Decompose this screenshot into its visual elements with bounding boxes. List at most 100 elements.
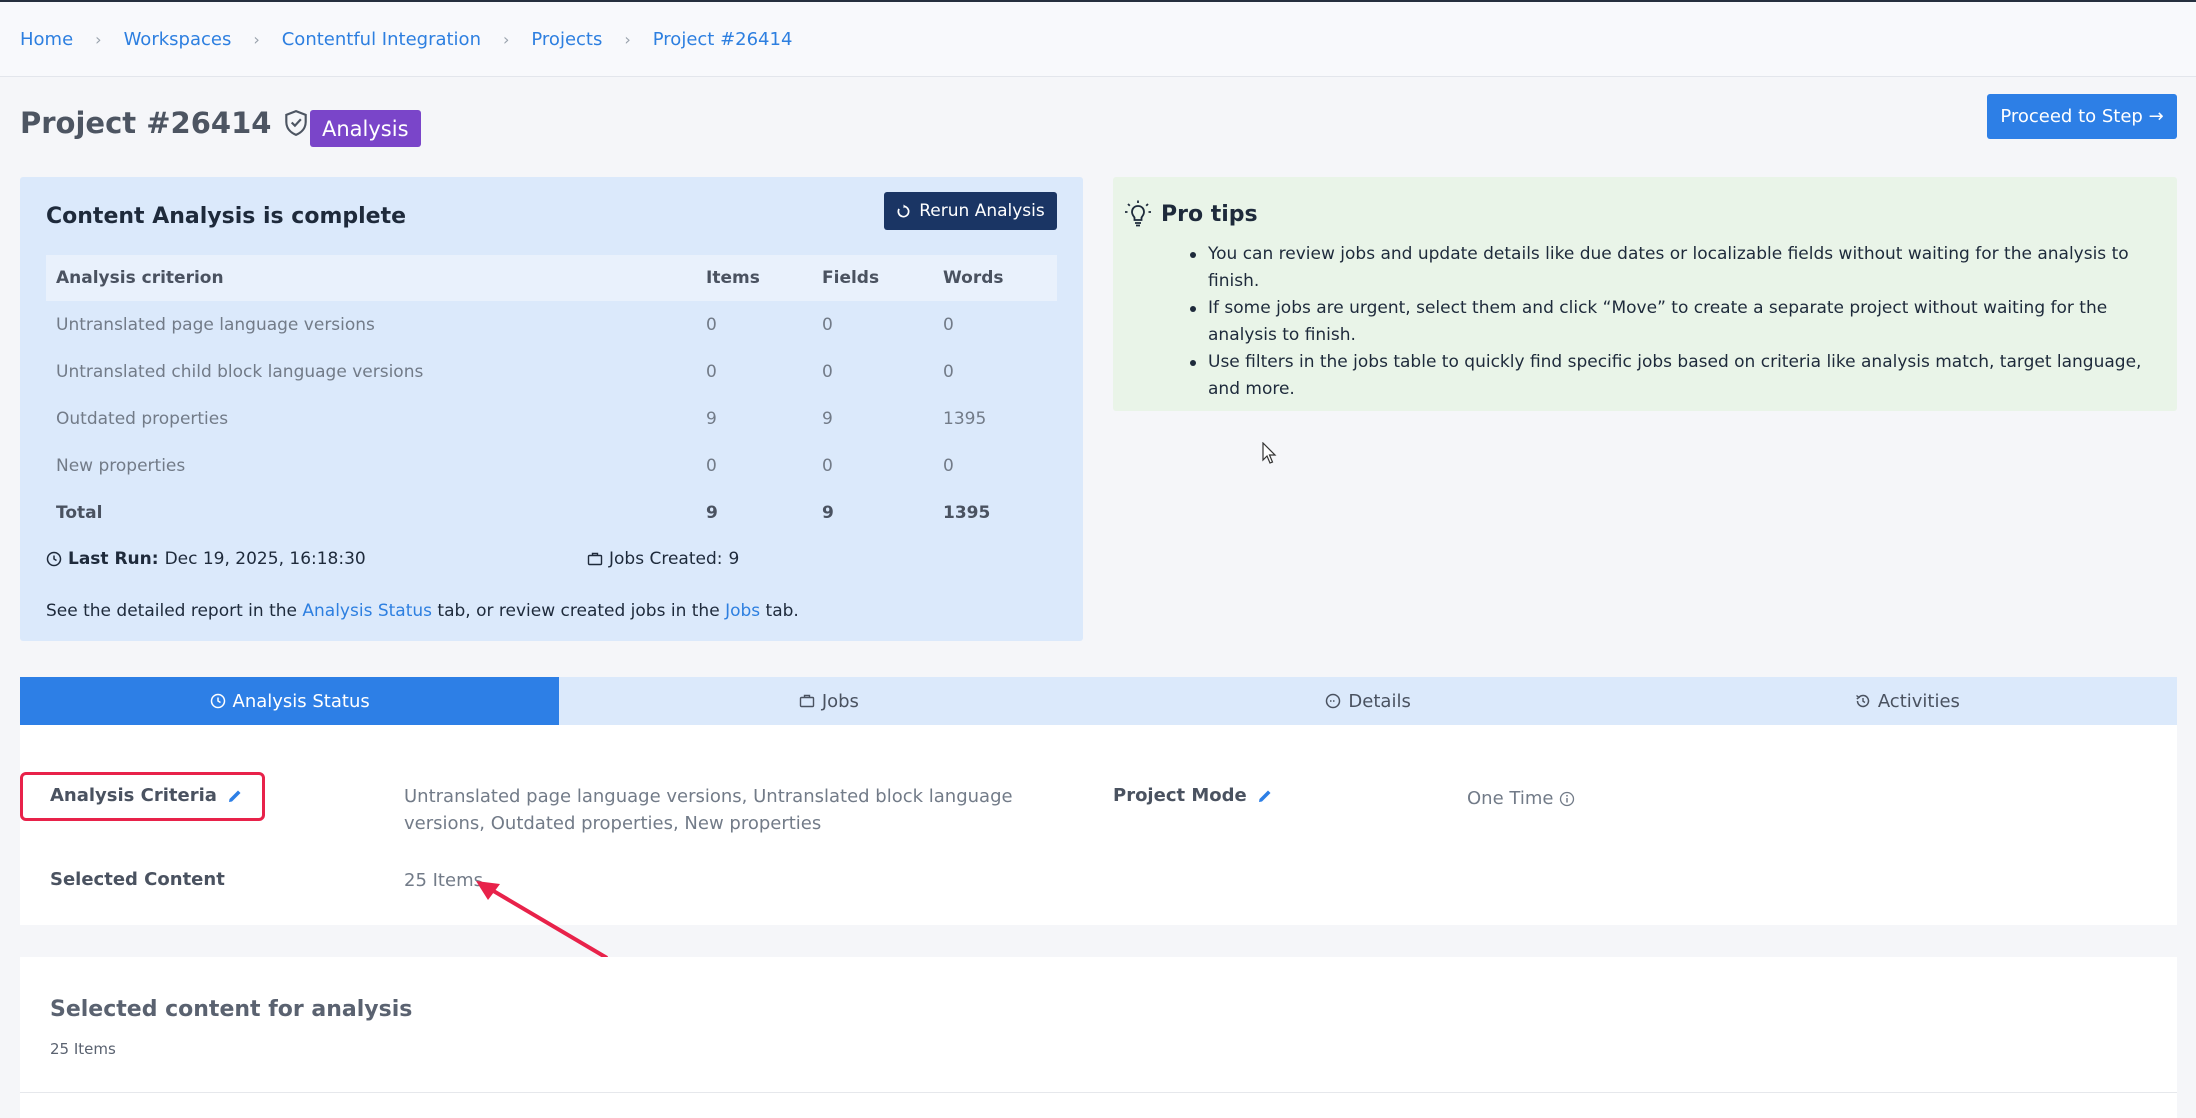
- pro-tips-list: You can review jobs and update details l…: [1190, 241, 2158, 403]
- words-cell: 0: [943, 361, 954, 382]
- jobs-created-label: Jobs Created:: [609, 549, 723, 569]
- lightbulb-icon: [1125, 200, 1151, 227]
- words-cell: 0: [943, 455, 954, 476]
- report-prefix: See the detailed report in the: [46, 601, 297, 621]
- criterion-cell: Untranslated child block language versio…: [56, 361, 424, 382]
- table-total-row: Total 9 9 1395: [46, 489, 1057, 536]
- pro-tips-title-text: Pro tips: [1161, 201, 1258, 227]
- pro-tips-panel: Pro tips You can review jobs and update …: [1113, 177, 2177, 411]
- selected-content-count: 25 Items: [50, 1040, 116, 1058]
- report-middle: tab, or review created jobs in the: [437, 601, 720, 621]
- page-title-text: Project #26414: [20, 106, 272, 140]
- fields-cell: 0: [822, 455, 833, 476]
- total-items-cell: 9: [706, 502, 718, 523]
- analysis-criteria-value: Untranslated page language versions, Unt…: [404, 786, 1013, 834]
- tab-label: Activities: [1877, 690, 1960, 712]
- breadcrumb-projects[interactable]: Projects: [531, 29, 602, 50]
- last-run-info: Last Run: Dec 19, 2025, 16:18:30: [46, 549, 366, 569]
- tab-details[interactable]: Details: [1099, 677, 1638, 725]
- proceed-to-step-button[interactable]: Proceed to Step →: [1987, 94, 2177, 139]
- jobs-created-value: 9: [728, 549, 740, 569]
- rerun-analysis-label: Rerun Analysis: [919, 201, 1045, 221]
- jobs-created-info: Jobs Created: 9: [587, 549, 739, 569]
- breadcrumb-current-project[interactable]: Project #26414: [653, 29, 793, 50]
- words-cell: 1395: [943, 408, 987, 429]
- criterion-cell: Untranslated page language versions: [56, 314, 375, 335]
- project-mode-label-text: Project Mode: [1113, 785, 1247, 806]
- selected-content-label: Selected Content: [50, 869, 225, 890]
- jobs-link[interactable]: Jobs: [725, 601, 760, 621]
- tab-jobs[interactable]: Jobs: [559, 677, 1098, 725]
- info-icon[interactable]: [1559, 791, 1575, 807]
- total-words-cell: 1395: [943, 502, 991, 523]
- highlight-annotation: [20, 772, 265, 821]
- clock-icon: [46, 551, 62, 567]
- tab-analysis-status[interactable]: Analysis Status: [20, 677, 560, 725]
- breadcrumb-contentful-integration[interactable]: Contentful Integration: [282, 29, 481, 50]
- selected-content-title: Selected content for analysis: [50, 997, 413, 1022]
- selected-content-label-text: Selected Content: [50, 869, 225, 890]
- column-header-fields: Fields: [812, 255, 933, 301]
- chevron-right-icon: ›: [95, 29, 102, 49]
- analysis-summary-panel: Content Analysis is complete Rerun Analy…: [20, 177, 1083, 641]
- chevron-right-icon: ›: [502, 29, 510, 49]
- items-cell: 0: [706, 455, 717, 476]
- selected-content-value: 25 Items: [404, 870, 483, 891]
- last-run-label: Last Run:: [68, 549, 159, 569]
- shield-check-icon: [285, 109, 308, 137]
- table-row: Outdated properties 9 9 1395: [46, 395, 1057, 442]
- pencil-icon[interactable]: [1257, 788, 1273, 804]
- column-header-criterion: Analysis criterion: [46, 255, 696, 301]
- project-mode-label: Project Mode: [1113, 785, 1273, 806]
- page-title: Project #26414: [20, 106, 309, 140]
- status-badge: Analysis: [310, 110, 421, 147]
- clock-icon: [210, 693, 225, 709]
- analysis-status-details: [20, 725, 2177, 925]
- divider: [20, 1092, 2177, 1093]
- analysis-criteria-table: Analysis criterion Items Fields Words Un…: [46, 255, 1057, 536]
- column-header-items: Items: [696, 255, 812, 301]
- report-suffix: tab.: [765, 601, 799, 621]
- fields-cell: 0: [822, 361, 833, 382]
- tip-item: Use filters in the jobs table to quickly…: [1190, 349, 2158, 403]
- breadcrumb-home[interactable]: Home: [20, 29, 73, 50]
- project-mode-value: One Time: [1467, 785, 1575, 812]
- project-tabs: Analysis Status Jobs Details Activities: [20, 677, 2177, 725]
- tip-item: If some jobs are urgent, select them and…: [1190, 295, 2158, 349]
- tab-label: Jobs: [821, 690, 859, 712]
- criterion-cell: Outdated properties: [56, 408, 229, 429]
- total-label-cell: Total: [56, 502, 103, 523]
- total-fields-cell: 9: [822, 502, 834, 523]
- mouse-pointer-icon: [1262, 442, 1277, 464]
- report-hint: See the detailed report in the Analysis …: [46, 601, 799, 621]
- table-row: Untranslated child block language versio…: [46, 348, 1057, 395]
- chevron-right-icon: ›: [624, 29, 631, 49]
- fields-cell: 9: [822, 408, 833, 429]
- tab-label: Analysis Status: [232, 690, 370, 712]
- breadcrumb-workspaces[interactable]: Workspaces: [124, 29, 232, 50]
- pro-tips-title: Pro tips: [1123, 199, 1258, 229]
- selected-content-section: Selected content for analysis 25 Items: [20, 957, 2177, 1118]
- briefcase-icon: [587, 552, 603, 566]
- dots-circle-icon: [1326, 693, 1341, 709]
- history-icon: [1855, 694, 1870, 708]
- analysis-status-link[interactable]: Analysis Status: [302, 601, 432, 621]
- chevron-right-icon: ›: [253, 29, 260, 49]
- items-cell: 0: [706, 361, 717, 382]
- tab-activities[interactable]: Activities: [1638, 677, 2177, 725]
- items-cell: 9: [706, 408, 717, 429]
- briefcase-icon: [799, 694, 815, 708]
- last-run-value: Dec 19, 2025, 16:18:30: [164, 549, 366, 569]
- fields-cell: 0: [822, 314, 833, 335]
- tab-label: Details: [1348, 690, 1411, 712]
- table-row: Untranslated page language versions 0 0 …: [46, 301, 1057, 348]
- column-header-words: Words: [933, 255, 1057, 301]
- breadcrumb: Home › Workspaces › Contentful Integrati…: [0, 2, 2196, 77]
- items-cell: 0: [706, 314, 717, 335]
- analysis-panel-title: Content Analysis is complete: [46, 204, 407, 229]
- table-header-row: Analysis criterion Items Fields Words: [46, 255, 1057, 301]
- refresh-icon: [897, 203, 910, 217]
- rerun-analysis-button[interactable]: Rerun Analysis: [884, 192, 1057, 230]
- project-mode-value-text: One Time: [1467, 788, 1554, 809]
- words-cell: 0: [943, 314, 954, 335]
